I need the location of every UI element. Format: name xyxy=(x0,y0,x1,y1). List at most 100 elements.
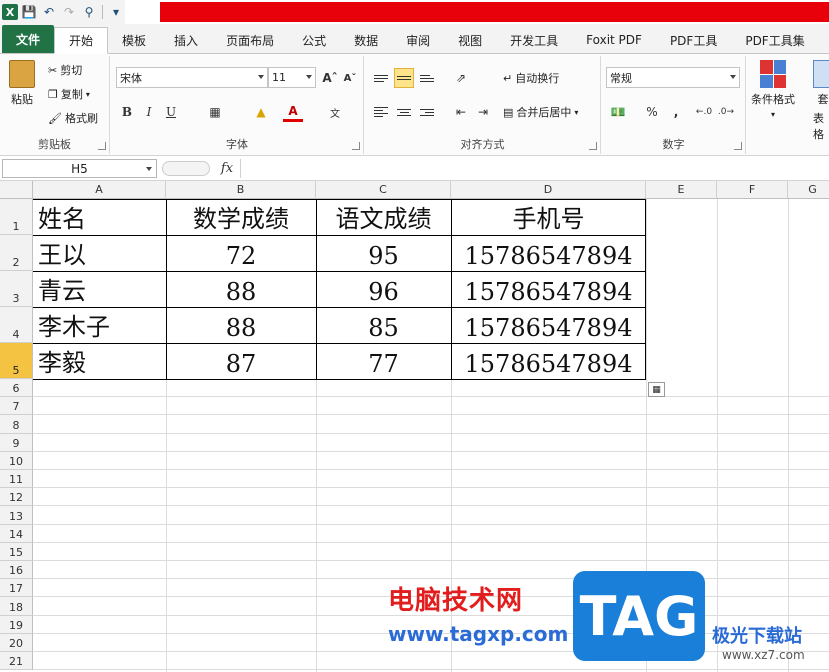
cut-button[interactable]: ✂ 剪切 xyxy=(48,62,82,78)
format-painter-button[interactable]: 🖌 格式刷 xyxy=(48,110,98,126)
cell-a5[interactable]: 李毅 xyxy=(38,344,86,379)
font-color-button[interactable]: A xyxy=(283,102,303,122)
font-family-select[interactable]: 宋体 xyxy=(116,67,268,88)
number-format-select[interactable]: 常规 xyxy=(606,67,740,88)
format-as-table-button[interactable]: 套 表格 xyxy=(813,60,829,142)
borders-icon[interactable]: ▦ xyxy=(205,102,225,122)
insert-function-button[interactable]: fx xyxy=(215,159,239,178)
row-header-8[interactable]: 8 xyxy=(0,415,33,434)
percent-button[interactable]: % xyxy=(642,102,662,122)
cell-a3[interactable]: 青云 xyxy=(38,272,86,307)
tab-insert[interactable]: 插入 xyxy=(160,27,212,53)
save-icon[interactable]: 💾 xyxy=(20,3,38,21)
formula-input[interactable] xyxy=(240,159,829,178)
column-header-b[interactable]: B xyxy=(166,181,316,199)
row-header-7[interactable]: 7 xyxy=(0,397,33,416)
comma-button[interactable]: , xyxy=(666,102,686,122)
column-header-a[interactable]: A xyxy=(33,181,166,199)
decrease-indent-icon[interactable]: ⇤ xyxy=(451,102,471,122)
conditional-format-button[interactable]: 条件格式 ▾ xyxy=(751,60,795,119)
phonetic-icon[interactable]: 文 xyxy=(325,102,345,122)
redo-icon[interactable]: ↷ xyxy=(60,3,78,21)
underline-button[interactable]: U xyxy=(161,102,181,122)
tab-template[interactable]: 模板 xyxy=(108,27,160,53)
tab-formulas[interactable]: 公式 xyxy=(288,27,340,53)
cell-b1[interactable]: 数学成绩 xyxy=(166,200,316,235)
italic-button[interactable]: I xyxy=(139,102,159,122)
paste-options-icon[interactable]: ▦ xyxy=(648,382,665,397)
font-size-select[interactable]: 11 xyxy=(268,67,316,88)
cell-c4[interactable]: 85 xyxy=(316,308,451,343)
column-header-c[interactable]: C xyxy=(316,181,451,199)
formula-bar-splitter[interactable] xyxy=(162,161,210,176)
cell-d2[interactable]: 15786547894 xyxy=(451,236,646,271)
cell-d4[interactable]: 15786547894 xyxy=(451,308,646,343)
shrink-font-icon[interactable]: Aˇ xyxy=(340,68,360,88)
align-center-icon[interactable] xyxy=(394,102,414,122)
cell-d1[interactable]: 手机号 xyxy=(451,200,646,235)
fill-color-icon[interactable]: ▲ xyxy=(251,102,271,122)
excel-icon[interactable]: X xyxy=(2,4,18,20)
tab-view[interactable]: 视图 xyxy=(444,27,496,53)
row-header-9[interactable]: 9 xyxy=(0,433,33,452)
tab-pdf-tools[interactable]: PDF工具 xyxy=(656,27,731,53)
cell-c3[interactable]: 96 xyxy=(316,272,451,307)
tab-home[interactable]: 开始 xyxy=(54,27,109,54)
row-header-18[interactable]: 18 xyxy=(0,597,33,616)
row-header-14[interactable]: 14 xyxy=(0,524,33,543)
cell-b2[interactable]: 72 xyxy=(166,236,316,271)
row-header-17[interactable]: 17 xyxy=(0,579,33,598)
align-top-icon[interactable] xyxy=(371,68,391,88)
wrap-text-button[interactable]: ↵ 自动换行 xyxy=(503,70,559,86)
binoculars-icon[interactable]: ⚲ xyxy=(80,3,98,21)
currency-icon[interactable]: 💵 xyxy=(608,102,628,122)
row-header-21[interactable]: 21 xyxy=(0,652,33,671)
dialog-launcher-icon[interactable] xyxy=(352,142,360,150)
row-header-19[interactable]: 19 xyxy=(0,615,33,634)
cell-b4[interactable]: 88 xyxy=(166,308,316,343)
row-header-20[interactable]: 20 xyxy=(0,633,33,652)
customize-icon[interactable]: ▾ xyxy=(107,3,125,21)
bold-button[interactable]: B xyxy=(117,102,137,122)
column-header-e[interactable]: E xyxy=(646,181,717,199)
orientation-icon[interactable]: ⇗ xyxy=(451,68,471,88)
paste-button[interactable]: 粘贴 xyxy=(6,60,38,110)
align-bottom-icon[interactable] xyxy=(417,68,437,88)
cell-d3[interactable]: 15786547894 xyxy=(451,272,646,307)
cell-d5[interactable]: 15786547894 xyxy=(451,344,646,379)
decrease-decimal-icon[interactable]: .0→ xyxy=(716,102,736,122)
align-middle-icon[interactable] xyxy=(394,68,414,88)
cell-a2[interactable]: 王以 xyxy=(38,236,86,271)
tab-foxit-pdf[interactable]: Foxit PDF xyxy=(572,27,656,53)
row-header-10[interactable]: 10 xyxy=(0,451,33,470)
align-left-icon[interactable] xyxy=(371,102,391,122)
row-header-6[interactable]: 6 xyxy=(0,379,33,398)
row-header-15[interactable]: 15 xyxy=(0,542,33,561)
increase-indent-icon[interactable]: ⇥ xyxy=(473,102,493,122)
cell-b3[interactable]: 88 xyxy=(166,272,316,307)
undo-icon[interactable]: ↶ xyxy=(40,3,58,21)
row-header-5[interactable]: 5 xyxy=(0,343,33,379)
tab-review[interactable]: 审阅 xyxy=(392,27,444,53)
tab-pdf-toolset[interactable]: PDF工具集 xyxy=(731,27,818,53)
cell-c5[interactable]: 77 xyxy=(316,344,451,379)
grow-font-icon[interactable]: Aˆ xyxy=(320,68,340,88)
tab-page-layout[interactable]: 页面布局 xyxy=(212,27,288,53)
row-header-3[interactable]: 3 xyxy=(0,271,33,307)
merge-center-button[interactable]: ▤ 合并后居中 ▾ xyxy=(503,104,578,120)
cell-a4[interactable]: 李木子 xyxy=(38,308,110,343)
dialog-launcher-icon[interactable] xyxy=(734,142,742,150)
name-box[interactable]: H5 xyxy=(2,159,157,178)
column-header-d[interactable]: D xyxy=(451,181,646,199)
row-header-1[interactable]: 1 xyxy=(0,199,33,235)
column-header-f[interactable]: F xyxy=(717,181,788,199)
tab-file[interactable]: 文件 xyxy=(2,25,55,53)
row-header-16[interactable]: 16 xyxy=(0,561,33,580)
dialog-launcher-icon[interactable] xyxy=(589,142,597,150)
row-header-2[interactable]: 2 xyxy=(0,235,33,271)
dialog-launcher-icon[interactable] xyxy=(98,142,106,150)
increase-decimal-icon[interactable]: ←.0 xyxy=(694,102,714,122)
cell-c2[interactable]: 95 xyxy=(316,236,451,271)
row-header-4[interactable]: 4 xyxy=(0,307,33,343)
cell-b5[interactable]: 87 xyxy=(166,344,316,379)
